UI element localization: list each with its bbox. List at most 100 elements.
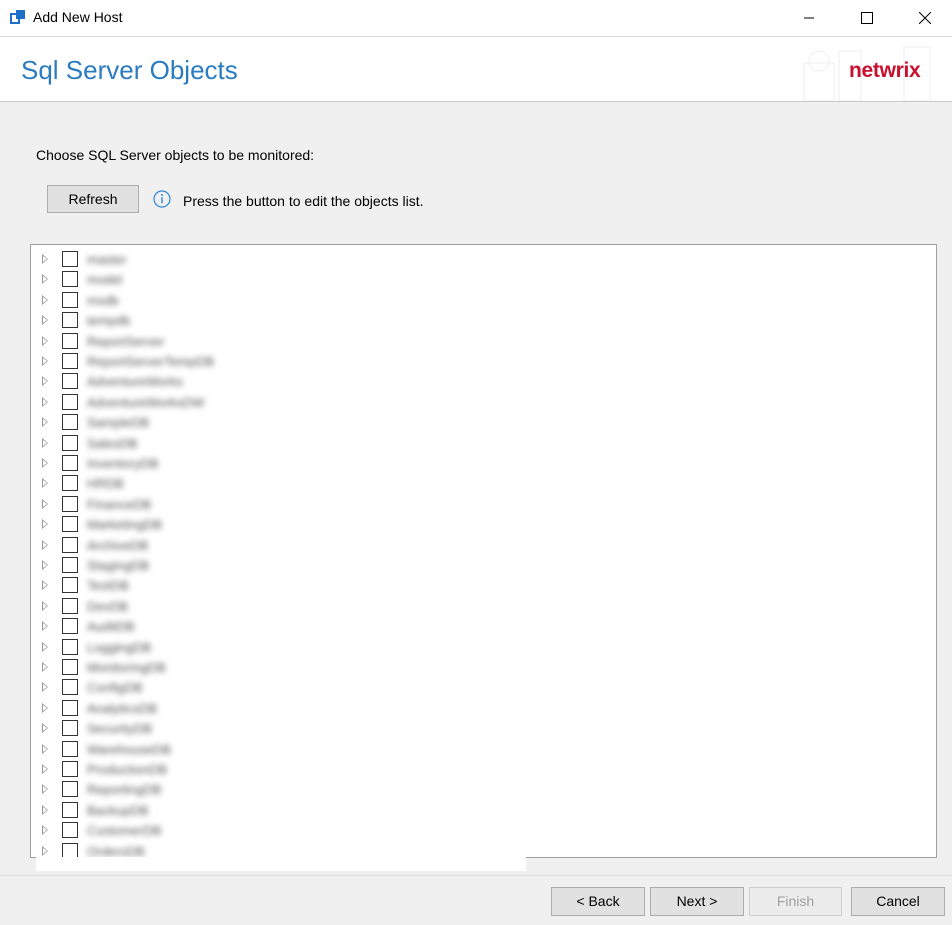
- expand-arrow-icon[interactable]: [42, 804, 48, 815]
- expand-arrow-icon[interactable]: [42, 254, 48, 264]
- refresh-button[interactable]: Refresh: [47, 185, 139, 213]
- tree-item-checkbox[interactable]: [62, 495, 78, 512]
- tree-item-checkbox[interactable]: [62, 659, 78, 675]
- tree-item[interactable]: ConfigDB: [31, 677, 911, 697]
- tree-item-checkbox[interactable]: [62, 577, 78, 594]
- objects-tree[interactable]: master model msdb tempdb ReportServer ReportS…: [30, 244, 937, 858]
- tree-item-checkbox[interactable]: [62, 781, 78, 798]
- expand-arrow-icon[interactable]: [42, 825, 48, 836]
- tree-item[interactable]: ProductionDB: [31, 759, 911, 779]
- tree-item[interactable]: AuditDB: [31, 616, 911, 636]
- expand-arrow-icon[interactable]: [42, 621, 48, 632]
- expand-arrow-icon[interactable]: [42, 356, 48, 366]
- tree-item-checkbox[interactable]: [62, 638, 78, 655]
- tree-item[interactable]: OrdersDB: [31, 841, 911, 857]
- tree-item-checkbox[interactable]: [62, 720, 78, 737]
- expand-arrow-icon[interactable]: [42, 845, 48, 856]
- tree-item-checkbox[interactable]: [62, 679, 78, 696]
- tree-item-checkbox[interactable]: [62, 801, 78, 818]
- expand-arrow-icon[interactable]: [42, 764, 48, 774]
- expand-arrow-icon[interactable]: [42, 641, 48, 652]
- expand-arrow-icon[interactable]: [42, 784, 48, 795]
- tree-item-checkbox[interactable]: [62, 332, 78, 349]
- tree-item-checkbox[interactable]: [62, 434, 78, 451]
- tree-item-checkbox[interactable]: [62, 414, 78, 431]
- tree-item-checkbox[interactable]: [62, 271, 78, 288]
- tree-item[interactable]: DevDB: [31, 596, 911, 616]
- finish-button[interactable]: Finish: [749, 887, 842, 916]
- tree-item-checkbox[interactable]: [62, 597, 78, 614]
- tree-item[interactable]: AnalyticsDB: [31, 698, 911, 718]
- tree-item-checkbox[interactable]: [62, 455, 78, 471]
- tree-item-checkbox[interactable]: [62, 251, 78, 267]
- expand-arrow-icon[interactable]: [42, 702, 48, 713]
- expand-arrow-icon[interactable]: [42, 437, 48, 448]
- tree-item[interactable]: AdventureWorksDW: [31, 392, 911, 412]
- expand-arrow-icon[interactable]: [42, 478, 48, 489]
- tree-item-checkbox[interactable]: [62, 557, 78, 573]
- tree-item-checkbox[interactable]: [62, 353, 78, 369]
- expand-arrow-icon[interactable]: [42, 396, 48, 407]
- tree-item[interactable]: SecurityDB: [31, 718, 911, 738]
- expand-arrow-icon[interactable]: [42, 580, 48, 591]
- tree-item[interactable]: ArchiveDB: [31, 535, 911, 555]
- back-button[interactable]: < Back: [551, 887, 645, 916]
- tree-item-checkbox[interactable]: [62, 393, 78, 410]
- expand-arrow-icon[interactable]: [42, 519, 48, 530]
- expand-arrow-icon[interactable]: [42, 743, 48, 754]
- tree-item[interactable]: AdventureWorks: [31, 371, 911, 391]
- tree-item-checkbox[interactable]: [62, 842, 78, 857]
- minimize-button[interactable]: [786, 0, 832, 36]
- expand-arrow-icon[interactable]: [42, 274, 48, 285]
- expand-arrow-icon[interactable]: [42, 600, 48, 611]
- tree-item[interactable]: model: [31, 269, 911, 289]
- expand-arrow-icon[interactable]: [42, 294, 48, 305]
- maximize-button[interactable]: [844, 0, 890, 36]
- expand-arrow-icon[interactable]: [42, 315, 48, 326]
- cancel-button[interactable]: Cancel: [851, 887, 945, 916]
- tree-item-checkbox[interactable]: [62, 516, 78, 533]
- tree-item[interactable]: WarehouseDB: [31, 739, 911, 759]
- tree-item[interactable]: SampleDB: [31, 412, 911, 432]
- tree-item-checkbox[interactable]: [62, 291, 78, 308]
- tree-item[interactable]: MarketingDB: [31, 514, 911, 534]
- tree-item-checkbox[interactable]: [62, 536, 78, 553]
- tree-item[interactable]: LoggingDB: [31, 637, 911, 657]
- expand-arrow-icon[interactable]: [42, 498, 48, 509]
- tree-item[interactable]: TestDB: [31, 575, 911, 595]
- expand-arrow-icon[interactable]: [42, 335, 48, 346]
- tree-item-checkbox[interactable]: [62, 618, 78, 635]
- tree-item[interactable]: SalesDB: [31, 433, 911, 453]
- info-icon: [153, 190, 171, 208]
- expand-arrow-icon[interactable]: [42, 662, 48, 672]
- expand-arrow-icon[interactable]: [42, 376, 48, 387]
- tree-item[interactable]: tempdb: [31, 310, 911, 330]
- tree-item[interactable]: InventoryDB: [31, 453, 911, 473]
- tree-item[interactable]: master: [31, 249, 911, 269]
- expand-arrow-icon[interactable]: [42, 417, 48, 428]
- tree-item-checkbox[interactable]: [62, 740, 78, 757]
- tree-item[interactable]: ReportServer: [31, 331, 911, 351]
- tree-item[interactable]: FinanceDB: [31, 494, 911, 514]
- tree-item-checkbox[interactable]: [62, 761, 78, 777]
- tree-item[interactable]: BackupDB: [31, 800, 911, 820]
- tree-item[interactable]: HRDB: [31, 473, 911, 493]
- tree-item[interactable]: StagingDB: [31, 555, 911, 575]
- tree-item[interactable]: msdb: [31, 290, 911, 310]
- close-button[interactable]: [902, 0, 948, 36]
- tree-item-checkbox[interactable]: [62, 312, 78, 329]
- next-button[interactable]: Next >: [650, 887, 744, 916]
- expand-arrow-icon[interactable]: [42, 539, 48, 550]
- tree-item-checkbox[interactable]: [62, 475, 78, 492]
- tree-item[interactable]: MonitoringDB: [31, 657, 911, 677]
- tree-item-checkbox[interactable]: [62, 373, 78, 390]
- tree-item-checkbox[interactable]: [62, 699, 78, 716]
- tree-item-checkbox[interactable]: [62, 822, 78, 839]
- expand-arrow-icon[interactable]: [42, 723, 48, 734]
- tree-item[interactable]: CustomerDB: [31, 820, 911, 840]
- expand-arrow-icon[interactable]: [42, 560, 48, 570]
- tree-item[interactable]: ReportingDB: [31, 779, 911, 799]
- expand-arrow-icon[interactable]: [42, 458, 48, 468]
- tree-item[interactable]: ReportServerTempDB: [31, 351, 911, 371]
- expand-arrow-icon[interactable]: [42, 682, 48, 693]
